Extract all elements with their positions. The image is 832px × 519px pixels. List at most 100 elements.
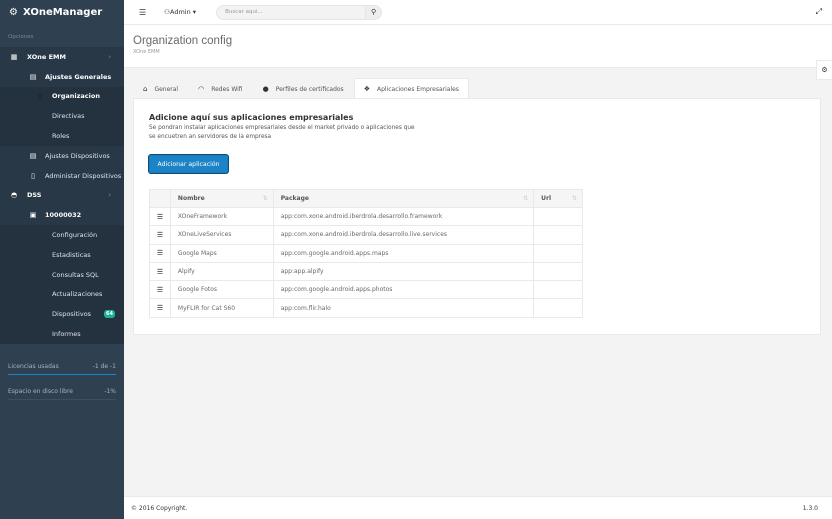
table-row[interactable]: ☰ XOneFramework app:com.xone.android.ibe… [149,206,583,227]
search-icon: ⚲ [370,8,377,16]
users-icon: • [37,132,43,141]
list-icon: ▤ [29,72,37,81]
app-package-cell: app:com.flir.halo [272,298,535,318]
chevron-right-icon: › [108,191,111,200]
count-badge: 64 [104,310,115,319]
sidebar-item-consultas-sql[interactable]: • Consultas SQL [0,264,124,285]
sidebar-item-xone-emm[interactable]: ▦ XOne EMM › [0,47,124,67]
app-package-cell: app:com.google.android.apps.maps [272,243,535,263]
stat-label: Licencias usadas [8,362,59,370]
sidebar-item-label: Ajustes Generales [45,72,112,81]
sidebar-item-roles[interactable]: • Roles [0,126,124,146]
tab-aplicaciones-empresariales[interactable]: ❖ Aplicaciones Empresariales [353,78,469,99]
tab-redes-wifi[interactable]: ◠ Redes Wifi [188,78,252,99]
app-title: XOneManager [22,7,103,18]
table-row[interactable]: ☰ Google Fotos app:com.google.android.ap… [149,280,583,300]
file-icon: • [37,330,43,339]
app-url-cell [533,206,583,227]
user-menu[interactable]: ⚇Admin ▾ [164,8,196,16]
add-application-button[interactable]: Adicionar aplicación [149,155,228,173]
user-name: Admin [170,8,191,16]
dashboard-icon: ◓ [10,191,18,200]
app-url-cell [533,298,583,318]
tab-general[interactable]: ⌂ General [133,78,188,99]
sidebar-item-dispositivos[interactable]: • Dispositivos 64 [0,304,124,325]
sort-icon: ⇅ [523,195,529,202]
database-icon: ☰ [149,280,171,300]
stat-label: Espacio en disco libre [8,387,73,395]
chart-icon: • [37,250,43,259]
column-header-nombre[interactable]: Nombre ⇅ [169,189,274,208]
table-header-row: Nombre ⇅ Package ⇅ Url ⇅ [149,189,583,208]
page-heading: Organization config XOne EMM [124,25,832,68]
sidebar-item-label: Ajustes Dispositivos [45,151,110,160]
sidebar-section-label: Opciones [8,34,34,40]
tab-label: Perfiles de certificados [275,85,344,93]
page-title: Organization config [133,35,233,47]
column-header-url[interactable]: Url ⇅ [533,189,583,208]
sidebar-item-directivas[interactable]: • Directivas [0,106,124,127]
sidebar-item-configuracion[interactable]: • Configuración [0,225,124,245]
tab-bar: ⌂ General ◠ Redes Wifi ● Perfiles de cer… [133,78,469,99]
app-name-cell: Google Maps [169,243,274,263]
tab-label: Redes Wifi [211,85,243,93]
sidebar-item-label: Consultas SQL [52,270,99,279]
table-row[interactable]: ☰ MyFLIR for Cat S60 app:com.flir.halo [149,298,583,318]
table-icon: ▦ [10,52,18,61]
sidebar-item-administar-dispositivos[interactable]: ▯ Administar Dispositivos [0,165,124,186]
app-package-cell: app:com.xone.android.iberdrola.desarroll… [272,225,535,245]
sidebar-item-10000032[interactable]: ▣ 10000032 [0,205,124,226]
app-name-cell: XOneFramework [169,206,274,227]
applications-table: Nombre ⇅ Package ⇅ Url ⇅ ☰ XOneFramework ap… [149,189,583,318]
app-name-cell: Google Fotos [169,280,274,300]
sidebar-item-estadisticas[interactable]: • Estadisticas [0,244,124,265]
app-package-cell: app:app.alpify [272,261,535,282]
list-icon: ▤ [29,151,37,160]
sidebar-item-actualizaciones[interactable]: • Actualizaciones [0,284,124,305]
column-header-package[interactable]: Package ⇅ [272,189,535,208]
sidebar-item-ajustes-generales[interactable]: ▤ Ajustes Generales [0,66,124,87]
app-name-cell: XOneLiveServices [169,225,274,245]
sidebar-item-label: 10000032 [45,211,82,220]
table-row[interactable]: ☰ Google Maps app:com.google.android.app… [149,243,583,263]
app-package-cell: app:com.google.android.apps.photos [272,280,535,300]
search-input[interactable]: Buscar aqui... [216,4,367,20]
breadcrumb[interactable]: XOne EMM [133,49,832,55]
version-text: 1.3.0 [802,504,818,512]
database-icon: ☰ [149,298,171,318]
table-row[interactable]: ☰ Alpify app:app.alpify [149,261,583,282]
stat-value: -1 de -1 [92,362,116,370]
sidebar-item-label: Actualizaciones [52,290,103,299]
bank-icon: ⌂ [143,85,148,93]
search-button[interactable]: ⚲ [366,4,383,20]
sidebar-item-organizacion[interactable]: ■ Organizacion [0,86,124,107]
progress-bar [8,373,116,375]
sidebar-item-informes[interactable]: • Informes [0,324,124,344]
gear-icon: ⚙ [9,7,18,18]
tab-label: Aplicaciones Empresariales [376,85,459,93]
sort-icon: ⇅ [571,195,577,202]
database-icon: ☰ [149,243,171,263]
app-package-cell: app:com.xone.android.iberdrola.desarroll… [272,206,535,227]
app-url-cell [533,261,583,282]
app-name-cell: Alpify [169,261,274,282]
column-header-label: Nombre [177,195,205,202]
sidebar-item-label: XOne EMM [27,52,66,61]
progress-bar-fill [8,373,116,375]
sidebar-item-label: DSS [27,191,42,200]
settings-gear-icon[interactable]: ⚙ [816,60,832,80]
tab-perfiles-certificados[interactable]: ● Perfiles de certificados [253,78,354,99]
bars-icon[interactable]: ☰ [139,8,146,17]
footer: © 2016 Copyright. 1.3.0 [124,496,832,519]
sidebar-item-ajustes-dispositivos[interactable]: ▤ Ajustes Dispositivos [0,145,124,166]
database-icon: ☰ [149,261,171,282]
expand-icon[interactable]: ⤢ [816,7,822,17]
section-description: Se pondran instalar aplicaciones empresa… [149,125,415,140]
app-brand[interactable]: ⚙ XOneManager [0,0,124,25]
tab-panel: Adicione aquí sus aplicaciones empresari… [133,98,821,335]
table-row[interactable]: ☰ XOneLiveServices app:com.xone.android.… [149,225,583,245]
sidebar-item-label: Directivas [52,112,85,121]
wifi-icon: ◠ [198,85,205,93]
sidebar-item-label: Configuración [52,231,98,240]
sidebar-item-dss[interactable]: ◓ DSS › [0,185,124,206]
